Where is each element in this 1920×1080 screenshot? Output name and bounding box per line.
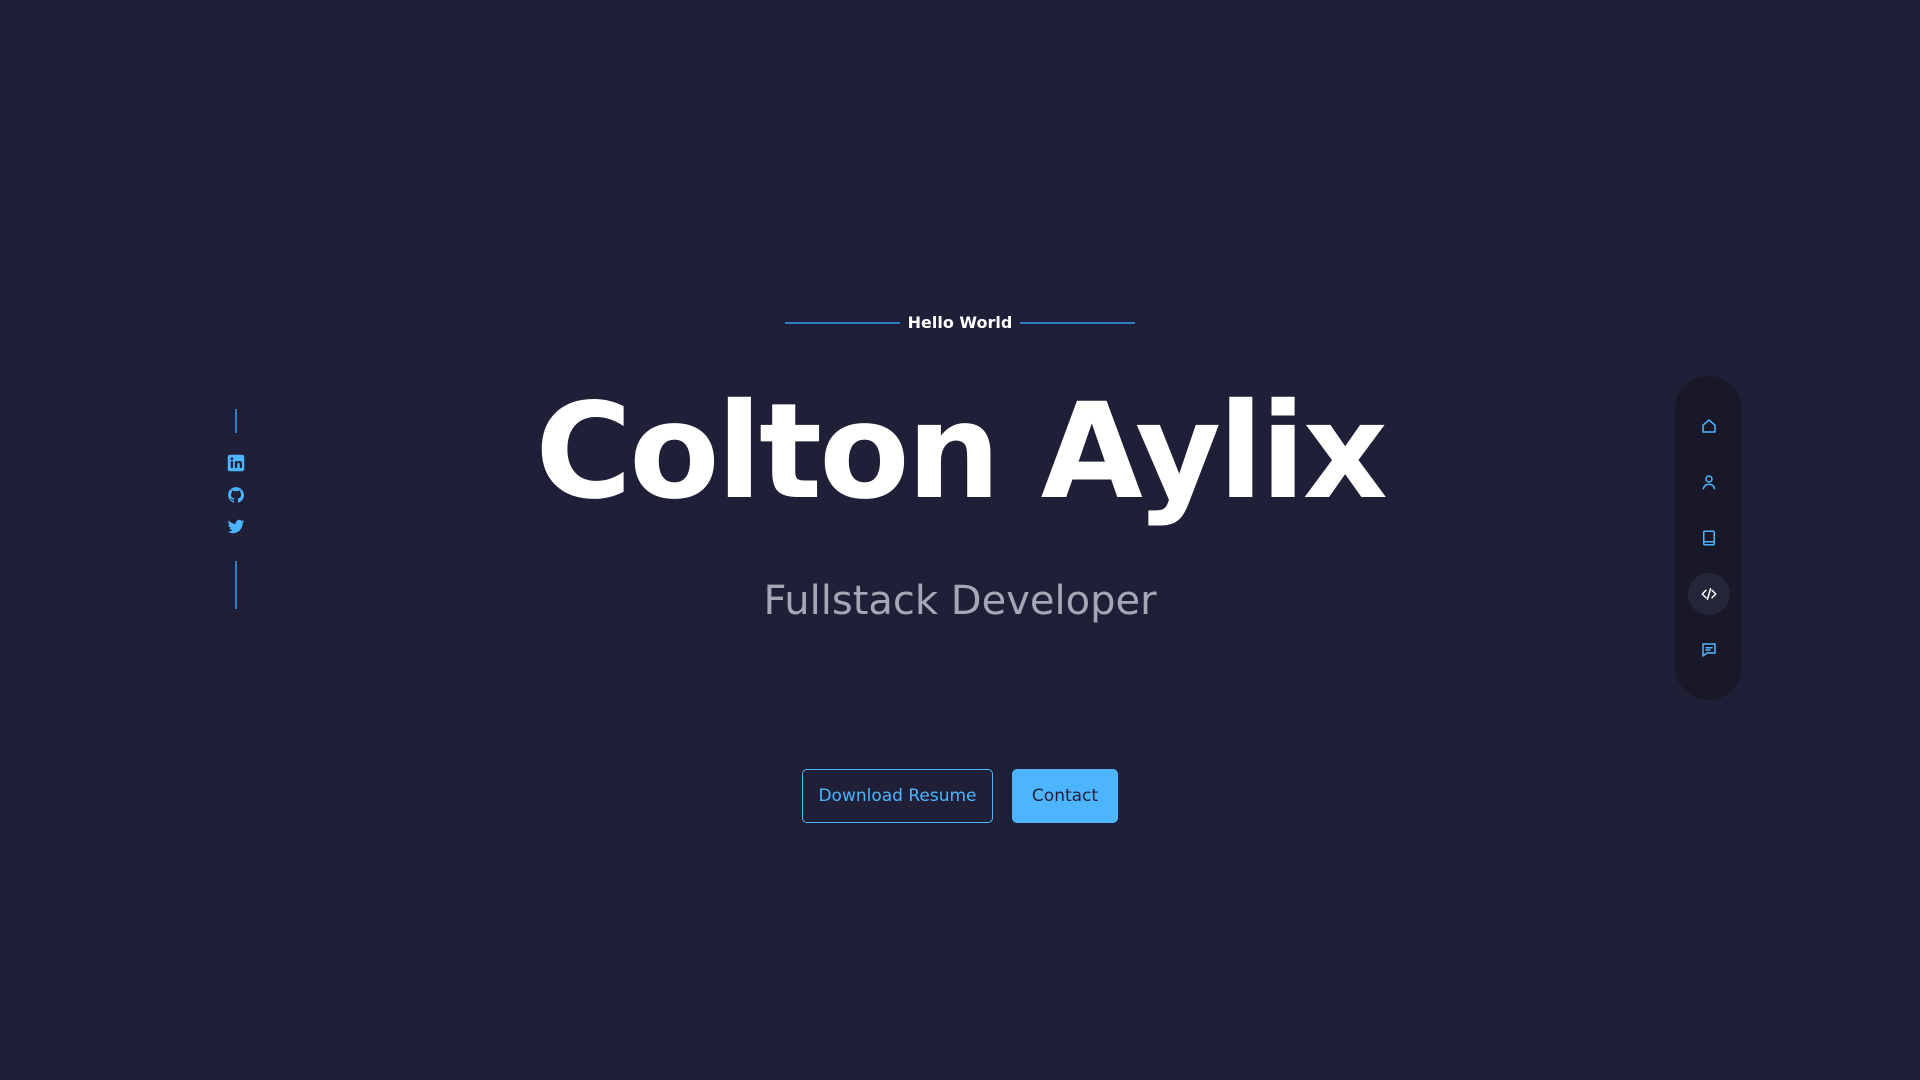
hero-role: Fullstack Developer (763, 578, 1157, 624)
nav-item-experience[interactable] (1688, 517, 1730, 559)
code-icon (1701, 588, 1716, 600)
social-divider-top (235, 409, 237, 433)
book-icon (1702, 530, 1715, 546)
nav-item-portfolio[interactable] (1687, 573, 1730, 615)
greeting-line-left (784, 321, 900, 324)
nav-item-home[interactable] (1688, 405, 1730, 447)
floating-nav (1675, 376, 1742, 700)
hero-page: Hello World Colton Aylix Fullstack Devel… (0, 0, 1920, 1080)
greeting-text: Hello World (907, 313, 1013, 332)
greeting: Hello World (0, 313, 1920, 332)
linkedin-link[interactable] (227, 447, 245, 479)
contact-button[interactable]: Contact (1012, 769, 1118, 823)
nav-item-about[interactable] (1688, 461, 1730, 503)
cta-buttons: Download Resume Contact (0, 769, 1920, 823)
twitter-link[interactable] (227, 511, 245, 543)
social-divider-bottom (235, 561, 237, 609)
home-icon (1701, 419, 1716, 433)
greeting-line-right (1020, 321, 1136, 324)
message-icon (1701, 643, 1716, 657)
twitter-icon (227, 519, 245, 534)
user-icon (1702, 475, 1715, 490)
social-links (226, 409, 246, 609)
download-resume-button[interactable]: Download Resume (802, 769, 993, 823)
github-icon (228, 487, 244, 503)
hero-name: Colton Aylix (535, 375, 1388, 529)
github-link[interactable] (227, 479, 245, 511)
linkedin-icon (227, 454, 245, 472)
nav-item-contact[interactable] (1688, 629, 1730, 671)
